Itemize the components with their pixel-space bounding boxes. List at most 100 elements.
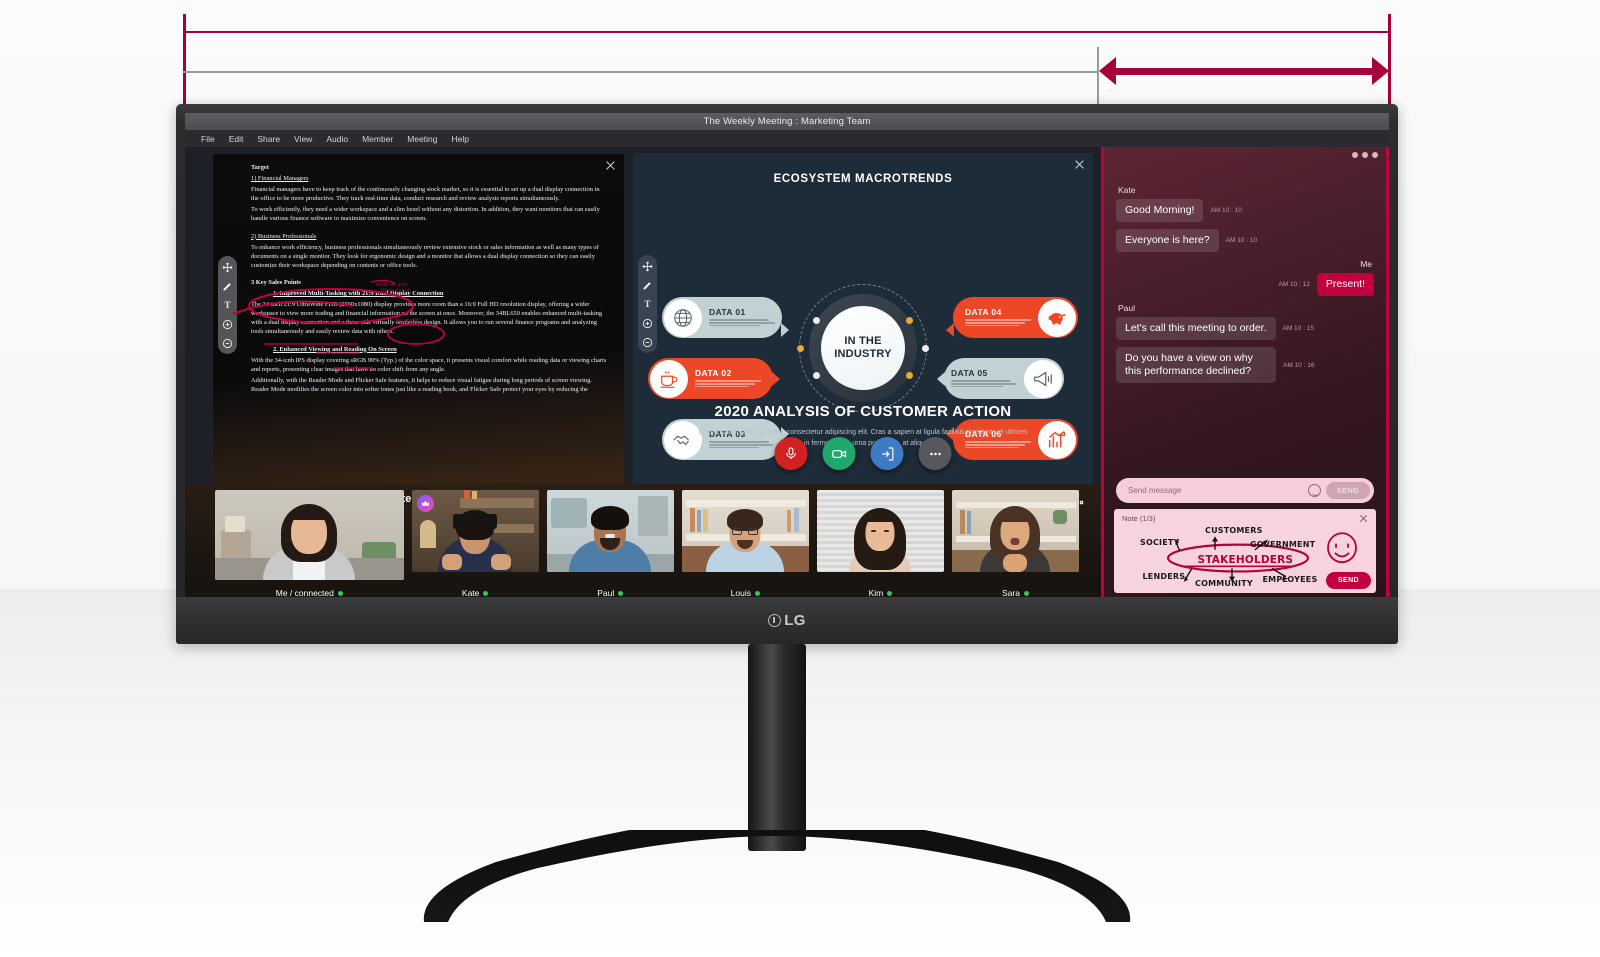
note-send-button[interactable]: SEND <box>1325 572 1371 589</box>
megaphone-icon <box>1024 359 1062 398</box>
note-word-government: GOVERNMENT <box>1250 540 1316 550</box>
smiley-icon[interactable] <box>1307 484 1321 497</box>
maximize-dot-icon[interactable] <box>1362 151 1368 158</box>
doc-section2-title: 2) Business Professionals <box>251 232 317 240</box>
attendee-tile-me[interactable]: Me / connected <box>215 490 404 602</box>
attendee-tile-paul[interactable]: Paul <box>546 490 674 602</box>
chat-bubble: Do you have a view on why this performan… <box>1116 347 1276 383</box>
menu-help[interactable]: Help <box>452 134 469 144</box>
data-04-beak <box>946 323 954 337</box>
zoom-in-icon[interactable] <box>222 318 234 330</box>
minimize-dot-icon[interactable] <box>1352 151 1358 158</box>
hub-dot-tr <box>906 317 913 324</box>
chat-messages: Kate Good Morning! AM 10 : 10 Everyone i… <box>1116 185 1374 481</box>
chat-bubble: Present! <box>1316 273 1374 296</box>
chat-timestamp: AM 10 : 12 <box>1278 281 1310 288</box>
status-dot <box>1023 590 1029 596</box>
slide-pane-close-icon[interactable] <box>1074 159 1085 170</box>
chat-sender-kate: Kate <box>1118 185 1136 195</box>
data-05-label: DATA 05 <box>951 368 988 379</box>
chat-input-row[interactable]: Send message SEND <box>1116 478 1374 503</box>
zoom-out-icon[interactable] <box>642 336 654 348</box>
menu-member[interactable]: Member <box>362 134 393 144</box>
diagram-item-data-05[interactable]: DATA 05 <box>937 358 1064 399</box>
zoom-out-icon[interactable] <box>222 337 234 349</box>
lg-brand-text: LG <box>784 612 806 629</box>
hub-dot-br <box>906 372 913 379</box>
shared-panes-row: T Target 1) Financial Managers Financial… <box>185 147 1101 484</box>
close-dot-icon[interactable] <box>1372 151 1378 158</box>
coffee-icon <box>650 359 688 398</box>
menu-edit[interactable]: Edit <box>229 134 244 144</box>
note-word-society: SOCIETY <box>1140 537 1180 547</box>
menu-file[interactable]: File <box>201 134 215 144</box>
meeting-app-window: The Weekly Meeting : Marketing Team File… <box>185 113 1389 602</box>
status-dot <box>337 590 343 596</box>
diagram-item-data-04[interactable]: DATA 04 <box>946 297 1078 338</box>
chat-bubble: Let's call this meeting to order. <box>1116 317 1276 340</box>
host-crown-icon <box>416 495 434 512</box>
chat-message: Good Morning! AM 10 : 10 <box>1116 199 1374 222</box>
diagram-item-data-02[interactable]: DATA 02 <box>648 358 780 399</box>
pen-icon[interactable] <box>642 279 654 291</box>
camera-button[interactable] <box>822 437 856 470</box>
hub-dot-l <box>797 345 804 352</box>
chat-sender-paul: Paul <box>1118 303 1136 313</box>
annotation-gray-line <box>183 71 1098 73</box>
microphone-button[interactable] <box>774 437 808 470</box>
move-icon[interactable] <box>642 260 654 272</box>
doc-sales-heading: 3 Key Sales Points <box>251 278 301 286</box>
more-button[interactable] <box>918 437 952 470</box>
chat-message: Let's call this meeting to order. AM 10 … <box>1116 317 1374 340</box>
pen-icon[interactable] <box>222 280 234 292</box>
chat-timestamp: AM 10 : 10 <box>1225 237 1258 244</box>
note-close-icon[interactable] <box>1359 514 1368 523</box>
chat-send-button[interactable]: SEND <box>1325 482 1370 499</box>
attendee-tiles: Me / connected Kate Paul Louis Kim Sara <box>215 490 1080 602</box>
move-icon[interactable] <box>222 261 234 273</box>
monitor-screen: The Weekly Meeting : Marketing Team File… <box>185 113 1389 602</box>
status-dot <box>618 590 624 596</box>
menu-view[interactable]: View <box>294 134 312 144</box>
share-button[interactable] <box>870 437 904 470</box>
attendee-tile-sara[interactable]: Sara <box>951 490 1080 602</box>
presentation-share-pane: T ECOSYSTEM MACROTRENDS IN THE INDUSTRY … <box>633 153 1093 484</box>
attendee-tile-kim[interactable]: Kim <box>816 490 944 602</box>
piggybank-icon <box>1038 298 1076 337</box>
note-header: Note (1/3) <box>1122 514 1368 523</box>
data-04-label: DATA 04 <box>965 307 1002 318</box>
chat-timestamp: AM 10 : 10 <box>1210 207 1242 214</box>
doc-section1-body: Financial managers have to keep track of… <box>251 186 600 203</box>
chat-window-controls <box>1352 147 1386 162</box>
zoom-in-icon[interactable] <box>642 317 654 329</box>
lg-logo: LG <box>768 612 805 629</box>
doc-point2-title: 2. Enhanced Viewing and Reading On Scree… <box>273 345 397 353</box>
chat-bubble: Good Morning! <box>1116 199 1204 222</box>
doc-point2-body: With the 34-icnh IPS display covering sR… <box>251 356 607 373</box>
menu-audio[interactable]: Audio <box>326 134 348 144</box>
chat-message: Do you have a view on why this performan… <box>1116 347 1374 383</box>
avatar <box>951 490 1080 572</box>
chat-panel: Kate Good Morning! AM 10 : 10 Everyone i… <box>1101 147 1389 602</box>
status-dot <box>483 590 489 596</box>
diagram-item-data-01[interactable]: DATA 01 <box>662 297 789 338</box>
text-icon[interactable]: T <box>642 298 654 310</box>
call-controls <box>774 437 952 470</box>
attendee-tile-kate[interactable]: Kate <box>411 490 539 602</box>
monitor-chin: LG <box>176 597 1398 644</box>
avatar <box>215 490 404 580</box>
chat-message-input[interactable]: Send message <box>1128 486 1308 495</box>
monitor-stand-base <box>416 830 1138 922</box>
menu-share[interactable]: Share <box>257 134 280 144</box>
slide-title: ECOSYSTEM MACROTRENDS <box>773 173 953 185</box>
annotation-left-vertical-line <box>183 14 186 109</box>
monitor-bezel: The Weekly Meeting : Marketing Team File… <box>176 104 1398 644</box>
doc-point1-title: 1. Improved Multi-Tasking with 21:9 Dual… <box>273 290 444 298</box>
document-toolstrip: T <box>218 256 237 354</box>
text-icon[interactable]: T <box>222 299 234 311</box>
menu-meeting[interactable]: Meeting <box>407 134 437 144</box>
attendee-tile-louis[interactable]: Louis <box>681 490 809 602</box>
product-shot-stage: The Weekly Meeting : Marketing Team File… <box>0 0 1600 957</box>
avatar <box>816 490 944 572</box>
hub-dot-bl <box>813 372 820 379</box>
